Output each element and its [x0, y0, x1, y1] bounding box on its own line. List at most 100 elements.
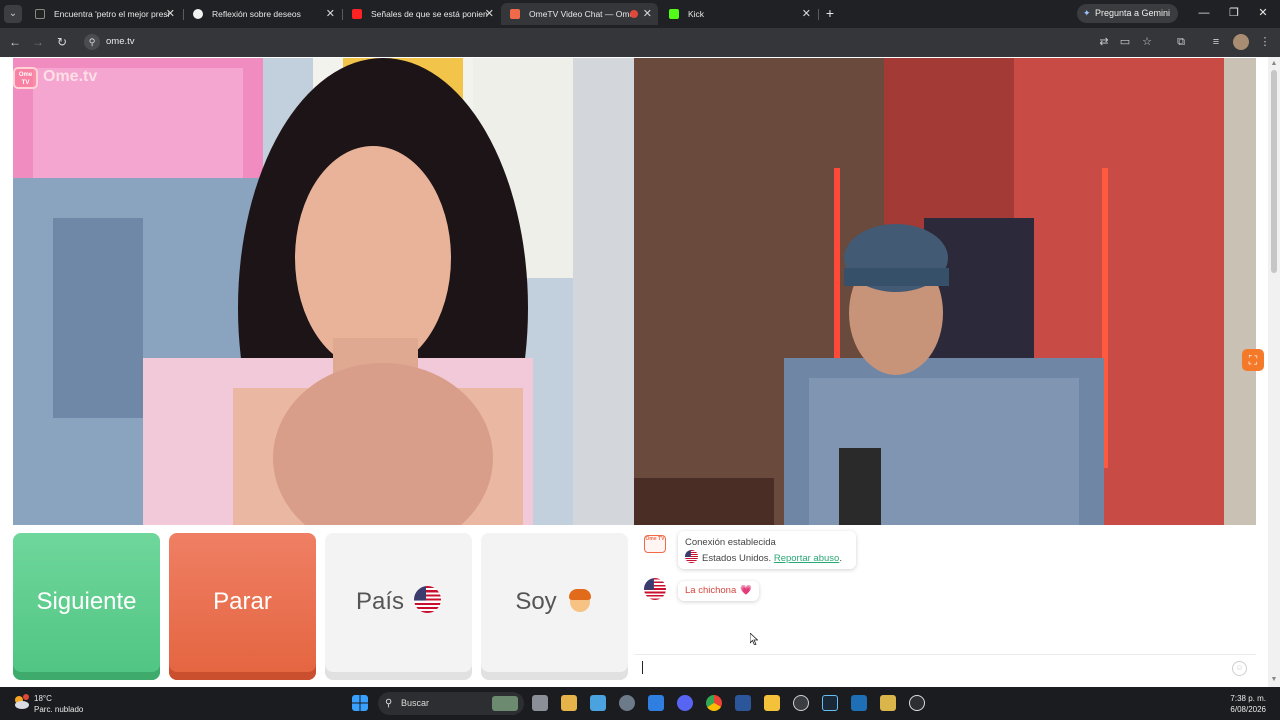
ometv-logo[interactable]: Ome TV Ome.tv [13, 67, 103, 91]
taskbar-date[interactable]: 6/08/2026 [1230, 705, 1266, 714]
country-name: Estados Unidos. [702, 553, 772, 564]
discord-icon[interactable] [677, 695, 693, 711]
self-video [634, 58, 1256, 525]
widgets-icon[interactable] [561, 695, 577, 711]
close-icon[interactable]: ✕ [166, 3, 175, 25]
text-caret [642, 661, 643, 674]
word-icon[interactable] [735, 695, 751, 711]
emoji-icon[interactable]: ☺ [1232, 661, 1247, 676]
weather-temperature: 18°C [34, 694, 52, 703]
close-window-button[interactable]: ✕ [1253, 4, 1273, 22]
scrollbar-thumb[interactable] [1271, 70, 1277, 273]
report-abuse-link[interactable]: Reportar abuso [774, 553, 839, 564]
chrome-icon[interactable] [706, 695, 722, 711]
tab-kick[interactable]: Kick ✕ [660, 3, 817, 25]
tab-youtube-video[interactable]: Señales de que se está ponien ✕ [343, 3, 500, 25]
menu-icon[interactable]: ⋮ [1257, 34, 1273, 50]
taskbar-search[interactable]: ⚲ Buscar [378, 692, 524, 715]
cast-icon[interactable]: ▭ [1117, 34, 1133, 50]
taskbar-time[interactable]: 7:38 p. m. [1230, 694, 1266, 703]
screenshot-icon[interactable]: ⛶ [1242, 349, 1264, 371]
close-icon[interactable]: ✕ [326, 3, 335, 25]
site-info-icon[interactable]: ⚲ [84, 34, 100, 50]
tab-search-button[interactable]: ⌄ [4, 5, 22, 23]
stop-button-label: Parar [213, 588, 272, 615]
country-button-label: País [355, 588, 405, 615]
media-icon[interactable]: ≡ [1208, 34, 1224, 50]
report-link-suffix: . [839, 553, 842, 564]
browser-tab-strip: ⌄ Encuentra 'petro el mejor presi ✕ Refl… [0, 0, 1280, 28]
gender-select-button[interactable]: Soy [481, 533, 628, 680]
tab-separator [818, 9, 819, 20]
weather-condition: Parc. nublado [34, 705, 84, 714]
weather-icon[interactable] [12, 693, 30, 711]
app-icon[interactable] [851, 695, 867, 711]
search-icon: ⚲ [385, 698, 393, 709]
connection-status: Conexión establecida [685, 537, 776, 548]
ask-gemini-button[interactable]: ✦ Pregunta a Gemini [1077, 4, 1179, 23]
ometv-page: Ome TV Ome.tv ⛶ Siguiente Parar País Soy… [0, 57, 1280, 687]
close-icon[interactable]: ✕ [485, 3, 494, 25]
address-bar[interactable]: ome.tv [106, 34, 135, 50]
gemini-label: Pregunta a Gemini [1095, 8, 1171, 18]
tab-search-results[interactable]: Encuentra 'petro el mejor presi ✕ [26, 3, 181, 25]
gemini-sparkle-icon: ✦ [1083, 8, 1091, 18]
next-button[interactable]: Siguiente [13, 533, 160, 680]
close-icon[interactable]: ✕ [802, 3, 811, 25]
ometv-avatar: Ome TV [644, 535, 666, 553]
steam-icon[interactable] [822, 695, 838, 711]
settings-gear-icon[interactable] [619, 695, 635, 711]
country-filter-button[interactable]: País [325, 533, 472, 680]
star-icon[interactable]: ☆ [1139, 34, 1155, 50]
browser-toolbar: ← → ↻ ⚲ ome.tv ⇄ ▭ ☆ ⧉ ≡ ⋮ [0, 28, 1280, 57]
ometv-logo-text: Ome.tv [43, 68, 98, 85]
task-view-icon[interactable] [532, 695, 548, 711]
new-tab-button[interactable]: + [822, 4, 838, 22]
search-highlight-icon [492, 696, 518, 711]
profile-avatar[interactable] [1233, 34, 1249, 50]
scroll-down-icon[interactable]: ▼ [1270, 676, 1278, 684]
scroll-up-icon[interactable]: ▲ [1270, 60, 1278, 68]
tab-title: Reflexión sobre deseos [212, 9, 301, 19]
stranger-flag-avatar [644, 578, 666, 600]
maximize-button[interactable]: ❐ [1224, 4, 1244, 22]
chat-panel: Ome TV Conexión establecida Estados Unid… [634, 525, 1256, 680]
chat-message: La chichona 💗 [678, 581, 760, 601]
next-button-label: Siguiente [36, 588, 137, 615]
tiktok-icon [35, 9, 45, 19]
windows-taskbar: 18°C Parc. nublado ⚲ Buscar 7:38 p. m. 6… [0, 687, 1280, 720]
translate-icon[interactable]: ⇄ [1096, 34, 1112, 50]
notes-icon[interactable] [880, 695, 896, 711]
stop-button[interactable]: Parar [169, 533, 316, 680]
obs-icon[interactable] [793, 695, 809, 711]
extensions-icon[interactable]: ⧉ [1173, 34, 1189, 50]
tab-title: Kick [688, 9, 705, 19]
chat-input[interactable] [642, 660, 1222, 676]
ometv-logo-box: Ome TV [13, 67, 38, 89]
youtube-icon [352, 9, 362, 19]
soy-button-label: Soy [515, 588, 557, 615]
chatgpt-icon [193, 9, 203, 19]
back-icon[interactable]: ← [6, 33, 24, 51]
kick-icon [669, 9, 679, 19]
tab-reflexion[interactable]: Reflexión sobre deseos ✕ [184, 3, 341, 25]
microsoft-store-icon[interactable] [590, 695, 606, 711]
tab-ometv[interactable]: OmeTV Video Chat — Ome ✕ [501, 3, 658, 25]
recording-icon [630, 10, 638, 18]
chat-message-text: La chichona [685, 585, 737, 596]
tab-title: Señales de que se está ponien [371, 9, 488, 19]
boy-emoji-icon [567, 586, 594, 613]
close-icon[interactable]: ✕ [643, 3, 652, 25]
forward-icon[interactable]: → [29, 33, 47, 51]
page-scrollbar[interactable]: ▲ ▼ [1268, 57, 1280, 687]
ometv-icon [510, 9, 520, 19]
mouse-cursor-icon [750, 633, 758, 645]
heart-icon: 💗 [740, 585, 753, 596]
reload-icon[interactable]: ↻ [53, 33, 71, 51]
minimize-button[interactable]: — [1194, 4, 1214, 22]
media-player-icon[interactable] [909, 695, 925, 711]
tab-title: OmeTV Video Chat — Ome [529, 9, 635, 19]
security-shield-icon[interactable] [648, 695, 664, 711]
file-explorer-icon[interactable] [764, 695, 780, 711]
windows-start-icon[interactable] [352, 695, 368, 711]
